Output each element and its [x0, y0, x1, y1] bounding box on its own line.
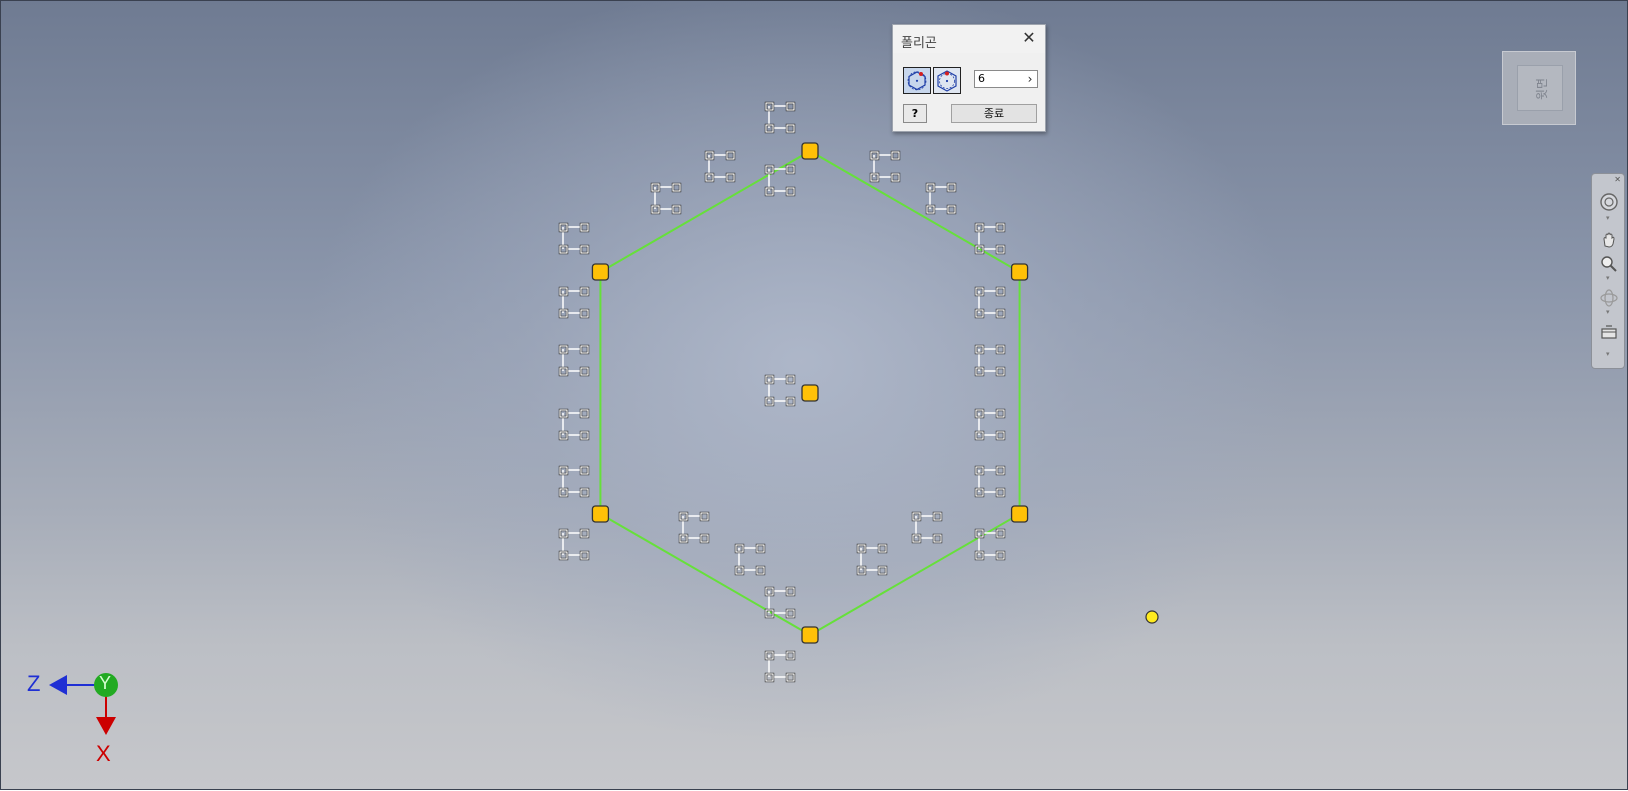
navigation-bar: ✕ ▾ ▾ ▾ ▾ — [1591, 173, 1625, 369]
pan-hand-icon[interactable] — [1599, 230, 1619, 250]
sketch-point[interactable] — [591, 505, 610, 523]
graphics-viewport[interactable]: 폴리곤 ✕ 6 › ? 종료 윗면 ✕ ▾ ▾ ▾ ▾ Z Y X — [0, 0, 1628, 790]
zoom-icon[interactable] — [1599, 254, 1619, 274]
orbit-icon[interactable] — [1599, 288, 1619, 308]
polygon-edge[interactable] — [809, 513, 1021, 636]
sketch-point[interactable] — [1010, 263, 1029, 281]
constraint-glyph[interactable] — [558, 528, 590, 561]
constraint-glyph[interactable] — [974, 286, 1006, 319]
inscribed-polygon-button[interactable] — [903, 67, 931, 94]
x-axis-label: X — [96, 741, 111, 766]
axis-triad — [49, 673, 118, 735]
sketch-point[interactable] — [801, 626, 819, 644]
chevron-down-icon[interactable]: ▾ — [1606, 274, 1610, 282]
circumscribed-polygon-icon — [937, 70, 957, 92]
constraint-glyph[interactable] — [764, 374, 796, 407]
constraint-glyph[interactable] — [558, 408, 590, 441]
view-face-icon[interactable] — [1599, 322, 1619, 342]
constraint-glyph[interactable] — [558, 465, 590, 498]
constraint-glyph[interactable] — [764, 650, 796, 683]
sketch-canvas[interactable] — [1, 1, 1628, 791]
constraint-glyph[interactable] — [856, 543, 888, 576]
close-icon[interactable]: ✕ — [1019, 28, 1039, 48]
chevron-down-icon[interactable]: ▾ — [1606, 214, 1610, 222]
sides-menu-arrow-icon[interactable]: › — [1024, 72, 1036, 86]
viewcube-top-face[interactable]: 윗면 — [1517, 65, 1563, 111]
constraint-glyph[interactable] — [764, 101, 796, 134]
sketch-point[interactable] — [1010, 505, 1029, 523]
viewcube-face-label: 윗면 — [1534, 77, 1549, 101]
constraint-glyph[interactable] — [558, 344, 590, 377]
constraint-glyph[interactable] — [734, 543, 766, 576]
sketch-point[interactable] — [801, 142, 819, 160]
inscribed-polygon-icon — [907, 71, 927, 91]
constraint-glyph[interactable] — [704, 150, 736, 183]
dialog-title: 폴리곤 — [901, 36, 937, 51]
constraint-glyph[interactable] — [678, 511, 710, 544]
constraint-glyph[interactable] — [650, 182, 682, 215]
constraint-glyph[interactable] — [974, 528, 1006, 561]
constraint-glyph[interactable] — [558, 286, 590, 319]
navbar-customize-icon[interactable]: ▾ — [1606, 350, 1610, 358]
polygon-edge[interactable] — [809, 150, 1021, 273]
constraint-glyph[interactable] — [558, 222, 590, 255]
cursor-snap-point — [1145, 610, 1159, 624]
circumscribed-polygon-button[interactable] — [933, 67, 961, 94]
constraint-glyph[interactable] — [911, 511, 943, 544]
constraint-glyph[interactable] — [764, 164, 796, 197]
navbar-close-icon[interactable]: ✕ — [1614, 175, 1621, 184]
z-axis-label: Z — [27, 671, 41, 696]
steering-wheel-icon[interactable] — [1599, 192, 1619, 212]
finish-button[interactable]: 종료 — [951, 104, 1037, 123]
constraint-glyph[interactable] — [974, 408, 1006, 441]
sketch-point[interactable] — [591, 263, 610, 281]
chevron-down-icon[interactable]: ▾ — [1606, 308, 1610, 316]
help-button[interactable]: ? — [903, 104, 927, 123]
constraint-glyph[interactable] — [974, 344, 1006, 377]
constraint-glyph[interactable] — [925, 182, 957, 215]
center-point[interactable] — [801, 384, 819, 402]
y-axis-label: Y — [99, 673, 112, 693]
constraint-glyph[interactable] — [869, 150, 901, 183]
constraint-glyph[interactable] — [974, 465, 1006, 498]
viewcube[interactable]: 윗면 — [1502, 51, 1576, 125]
polygon-edge[interactable] — [599, 513, 811, 636]
